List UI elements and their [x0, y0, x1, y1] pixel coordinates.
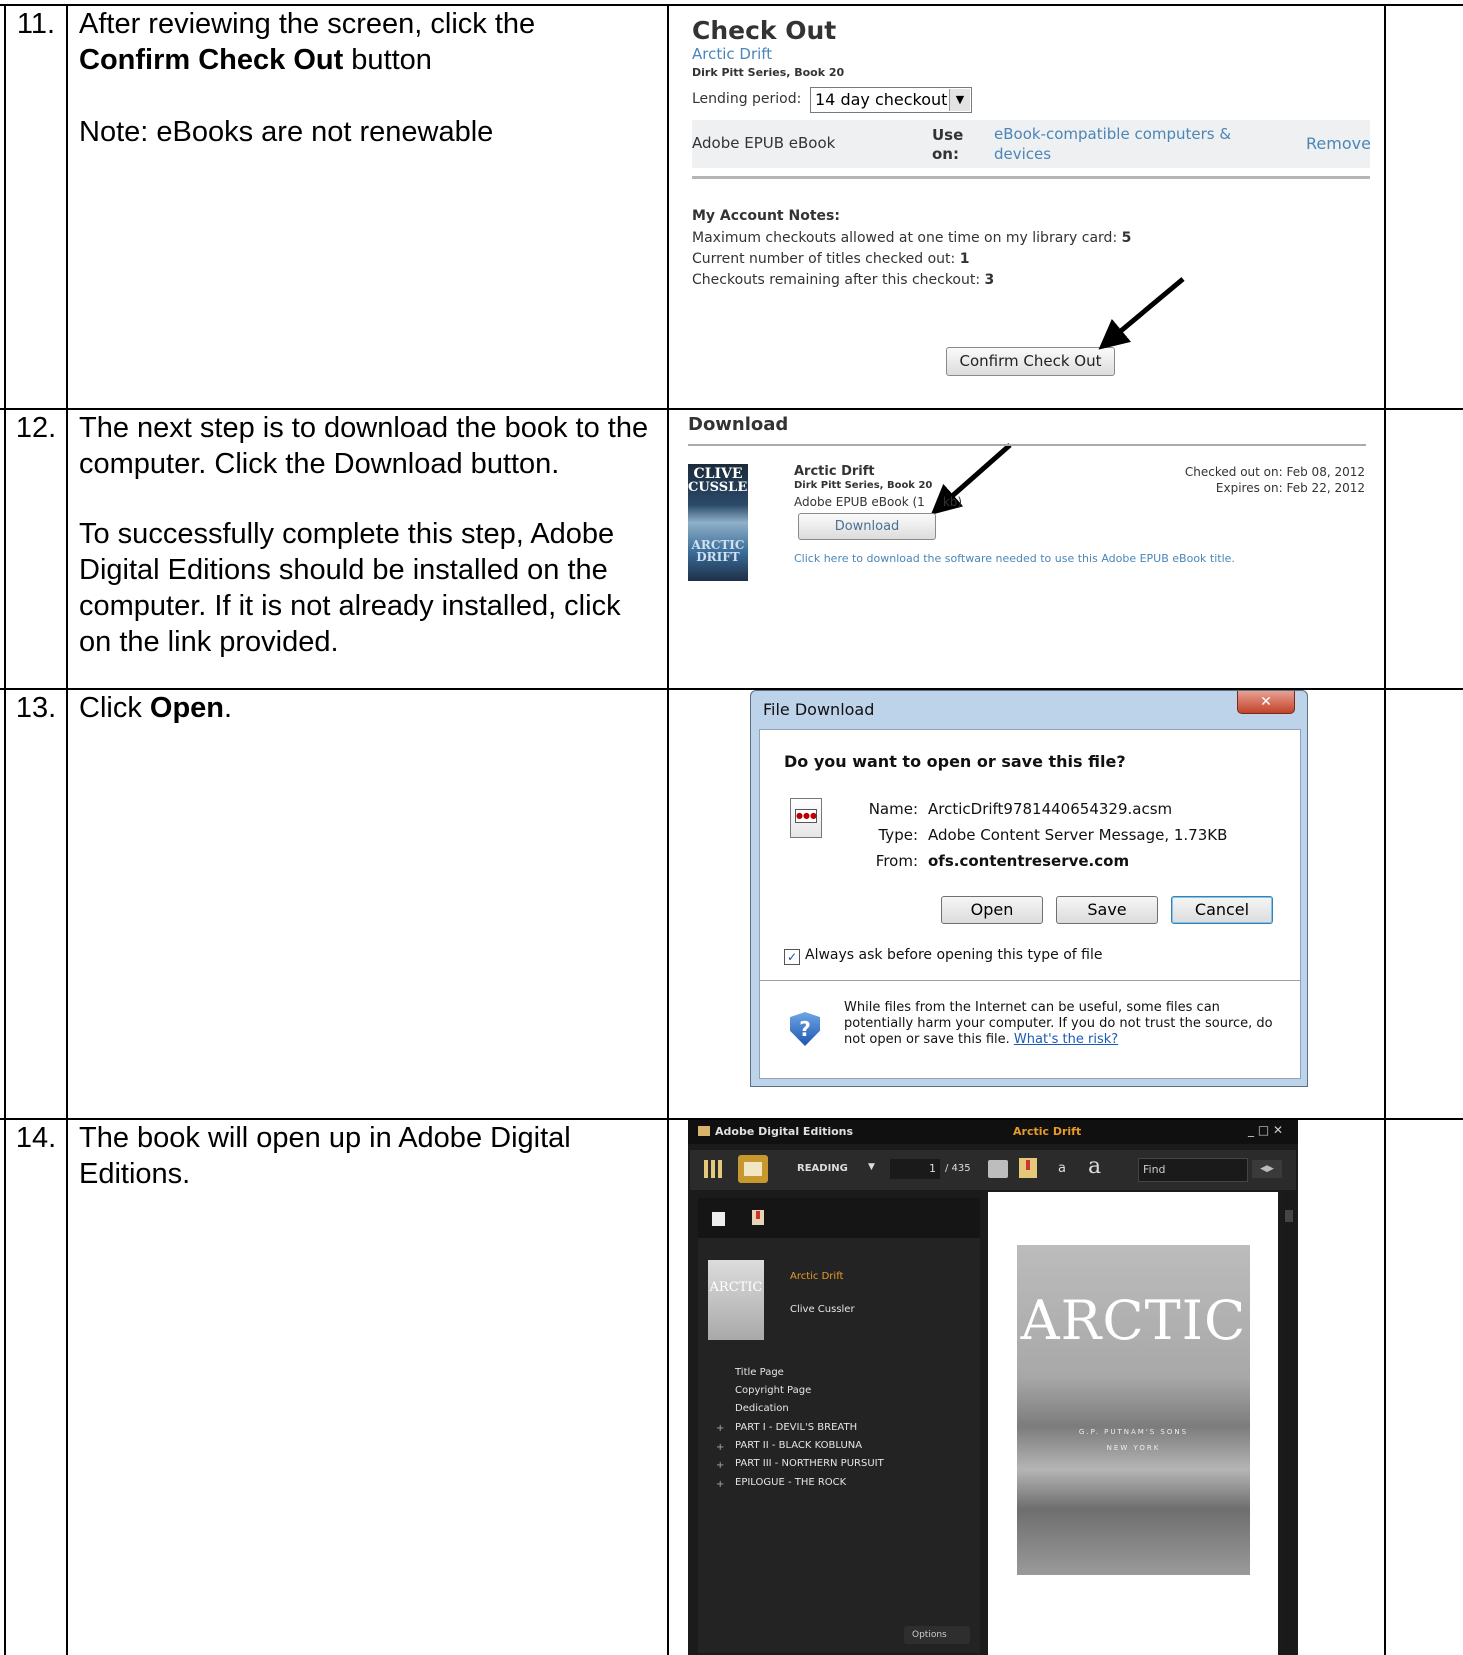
security-shield-icon: ?	[790, 1012, 820, 1046]
reading-view-icon[interactable]	[738, 1155, 768, 1183]
sidebar-panel: ARCTIC Arctic Drift Clive Cussler Title …	[698, 1198, 980, 1653]
book-cover-image[interactable]: CLIVE CUSSLER ARCTIC DRIFT	[688, 464, 759, 581]
expires-value: Feb 22, 2012	[1286, 481, 1366, 495]
options-button[interactable]: Options	[904, 1626, 970, 1644]
sidebar-book-title: Arctic Drift	[790, 1271, 844, 1282]
toc-item[interactable]: Dedication	[735, 1403, 789, 1414]
file-info-values: ArcticDrift9781440654329.acsm Adobe Cont…	[928, 796, 1227, 874]
toc-item[interactable]: EPILOGUE - THE ROCK	[735, 1477, 846, 1488]
book-thumbnail: ARCTIC	[708, 1260, 764, 1340]
decrease-font-icon[interactable]: a	[1058, 1161, 1066, 1176]
expires-label: Expires on:	[1215, 481, 1283, 495]
library-view-icon[interactable]	[704, 1160, 722, 1178]
toc-item[interactable]: PART III - NORTHERN PURSUIT	[735, 1458, 884, 1469]
title-bar: Adobe Digital Editions Arctic Drift _ □ …	[688, 1120, 1298, 1144]
checkbox-label: Always ask before opening this type of f…	[805, 947, 1103, 963]
format-label: Adobe EPUB eBook (1 kb)	[794, 495, 962, 509]
checked-out-label: Checked out on:	[1184, 465, 1283, 479]
cover-text: CLIVE	[693, 466, 743, 482]
software-link[interactable]: Click here to download the software need…	[794, 552, 1235, 565]
book-title[interactable]: Arctic Drift	[794, 464, 875, 479]
open-button[interactable]: Open	[941, 896, 1043, 924]
window-book-title: Arctic Drift	[1013, 1125, 1082, 1138]
toc-item[interactable]: Title Page	[735, 1367, 784, 1378]
checkout-dates: Checked out on: Feb 08, 2012 Expires on:…	[1180, 464, 1365, 496]
toc-item[interactable]: PART II - BLACK KOBLUNA	[735, 1440, 862, 1451]
app-name: Adobe Digital Editions	[715, 1125, 854, 1138]
thumbnail-text: ARCTIC	[709, 1280, 763, 1295]
from-label: From:	[875, 852, 918, 870]
page-number-input[interactable]: 1	[890, 1159, 940, 1179]
sidebar-author: Clive Cussler	[790, 1304, 855, 1315]
name-value: ArcticDrift9781440654329.acsm	[928, 800, 1173, 818]
increase-font-icon[interactable]: a	[1088, 1154, 1101, 1179]
divider	[760, 980, 1300, 981]
from-value: ofs.contentreserve.com	[928, 852, 1130, 870]
close-icon[interactable]: ✕	[1237, 691, 1295, 714]
toolbar: READING ▼ 1 / 435 a a Find ◀▶	[690, 1150, 1296, 1190]
download-screenshot: Download CLIVE CUSSLER ARCTIC DRIFT Arct…	[688, 412, 1368, 682]
find-nav-arrows[interactable]: ◀▶	[1252, 1160, 1282, 1178]
scrollbar[interactable]	[1282, 1192, 1296, 1655]
toc-item[interactable]: Copyright Page	[735, 1385, 811, 1396]
file-info-labels: Name: Type: From:	[854, 796, 918, 874]
find-input[interactable]: Find	[1138, 1158, 1248, 1182]
checked-out-value: Feb 08, 2012	[1286, 465, 1366, 479]
cover-text: DRIFT	[696, 550, 740, 564]
app-icon	[698, 1126, 710, 1136]
format-text: Adobe EPUB eBook (1	[794, 495, 925, 509]
format-size: kb)	[942, 495, 963, 509]
file-download-dialog: File Download ✕ Do you want to open or s…	[750, 690, 1308, 1087]
expand-icons[interactable]: + + + +	[716, 1420, 724, 1494]
scrollbar-thumb[interactable]	[1285, 1210, 1293, 1222]
view-mode-label[interactable]: READING	[797, 1163, 848, 1174]
dialog-question: Do you want to open or save this file?	[784, 752, 1126, 771]
file-icon: ●●●	[790, 798, 822, 838]
name-label: Name:	[868, 800, 918, 818]
risk-link[interactable]: What's the risk?	[1014, 1032, 1118, 1047]
download-button[interactable]: Download	[798, 513, 936, 540]
cover-publisher: G.P. PUTNAM'S SONS	[1078, 1428, 1189, 1436]
divider	[688, 444, 1366, 446]
page-total: / 435	[945, 1163, 971, 1174]
section-heading: Download	[688, 414, 789, 435]
chevron-down-icon[interactable]: ▼	[868, 1162, 875, 1172]
window-controls[interactable]: _ □ ✕	[1248, 1123, 1283, 1137]
always-ask-checkbox[interactable]: ✓	[784, 949, 800, 965]
find-placeholder: Find	[1143, 1163, 1166, 1176]
cover-title: ARCTIC	[1020, 1289, 1247, 1352]
bookmarks-tab-icon[interactable]	[752, 1210, 764, 1225]
cover-text: CUSSLER	[688, 480, 759, 495]
security-warning: While files from the Internet can be use…	[844, 1000, 1284, 1048]
toc-item[interactable]: PART I - DEVIL'S BREATH	[735, 1422, 857, 1433]
reading-page: ARCTIC G.P. PUTNAM'S SONS NEW YORK	[988, 1192, 1278, 1655]
bookmark-icon[interactable]	[1019, 1158, 1037, 1178]
type-label: Type:	[878, 826, 918, 844]
dialog-title: File Download	[763, 700, 875, 719]
series-label: Dirk Pitt Series, Book 20	[794, 480, 933, 491]
save-button[interactable]: Save	[1056, 896, 1158, 924]
adobe-digital-editions-window: Adobe Digital Editions Arctic Drift _ □ …	[688, 1120, 1298, 1655]
toc-tab-icon[interactable]	[712, 1212, 725, 1226]
type-value: Adobe Content Server Message, 1.73KB	[928, 826, 1228, 844]
book-cover-page: ARCTIC G.P. PUTNAM'S SONS NEW YORK	[1017, 1245, 1250, 1575]
print-icon[interactable]	[988, 1160, 1008, 1178]
cancel-button[interactable]: Cancel	[1171, 896, 1273, 924]
dialog-body: Do you want to open or save this file? ●…	[759, 729, 1301, 1079]
sidebar-tabs	[698, 1198, 980, 1238]
cover-city: NEW YORK	[1106, 1444, 1161, 1452]
